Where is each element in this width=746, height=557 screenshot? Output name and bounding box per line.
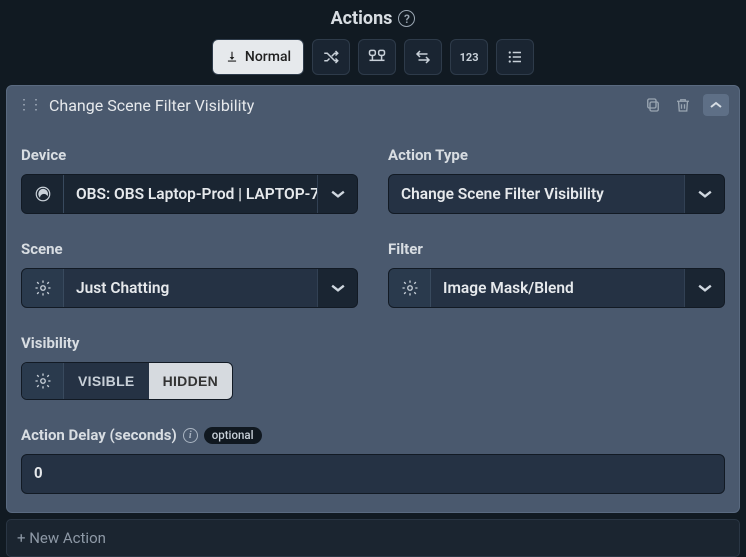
obs-icon bbox=[22, 175, 64, 213]
visibility-toggle: VISIBLE HIDDEN bbox=[21, 362, 233, 400]
scene-value[interactable]: Just Chatting bbox=[64, 269, 317, 307]
gear-icon[interactable] bbox=[22, 269, 64, 307]
chevron-up-icon bbox=[710, 100, 722, 110]
optional-badge: optional bbox=[204, 427, 262, 444]
visible-option[interactable]: VISIBLE bbox=[64, 363, 149, 399]
device-value[interactable]: OBS: OBS Laptop-Prod | LAPTOP-7Q6… bbox=[64, 175, 317, 213]
number-icon: 123 bbox=[460, 51, 479, 64]
filter-label: Filter bbox=[388, 240, 725, 258]
help-icon[interactable]: ? bbox=[398, 10, 415, 27]
actions-toolbar: Normal 123 bbox=[0, 39, 746, 85]
swap-icon bbox=[414, 48, 432, 66]
drag-handle-icon[interactable]: ⋮⋮ bbox=[17, 97, 41, 113]
copy-icon bbox=[644, 96, 662, 114]
new-action-button[interactable]: + New Action bbox=[6, 519, 740, 557]
filter-select[interactable]: Image Mask/Blend bbox=[388, 268, 725, 308]
action-type-select[interactable]: Change Scene Filter Visibility bbox=[388, 174, 725, 214]
shuffle-button[interactable] bbox=[312, 39, 350, 75]
action-type-value[interactable]: Change Scene Filter Visibility bbox=[389, 175, 684, 213]
scene-select[interactable]: Just Chatting bbox=[21, 268, 358, 308]
collapse-button[interactable] bbox=[703, 94, 729, 116]
list-icon bbox=[506, 48, 524, 66]
delay-input[interactable] bbox=[21, 454, 725, 494]
chevron-down-icon[interactable] bbox=[317, 269, 357, 307]
device-select[interactable]: OBS: OBS Laptop-Prod | LAPTOP-7Q6… bbox=[21, 174, 358, 214]
info-icon[interactable]: i bbox=[183, 428, 198, 443]
visibility-label: Visibility bbox=[21, 334, 725, 352]
chevron-down-icon[interactable] bbox=[684, 175, 724, 213]
list-button[interactable] bbox=[496, 39, 534, 75]
gear-icon[interactable] bbox=[389, 269, 431, 307]
scene-label: Scene bbox=[21, 240, 358, 258]
page-title: Actions bbox=[331, 8, 393, 29]
action-type-label: Action Type bbox=[388, 146, 725, 164]
trash-icon bbox=[674, 96, 692, 114]
gear-icon[interactable] bbox=[22, 363, 64, 399]
delete-button[interactable] bbox=[673, 95, 693, 115]
filter-value[interactable]: Image Mask/Blend bbox=[431, 269, 684, 307]
card-title: Change Scene Filter Visibility bbox=[49, 96, 635, 115]
swap-button[interactable] bbox=[404, 39, 442, 75]
hidden-option[interactable]: HIDDEN bbox=[149, 363, 232, 399]
branch-icon bbox=[367, 48, 387, 66]
chevron-down-icon[interactable] bbox=[317, 175, 357, 213]
shuffle-icon bbox=[322, 48, 340, 66]
device-label: Device bbox=[21, 146, 358, 164]
chevron-down-icon[interactable] bbox=[684, 269, 724, 307]
action-card: ⋮⋮ Change Scene Filter Visibility Device bbox=[6, 85, 740, 513]
condition-button[interactable] bbox=[358, 39, 396, 75]
download-icon bbox=[225, 50, 239, 64]
number-button[interactable]: 123 bbox=[450, 39, 488, 75]
normal-mode-button[interactable]: Normal bbox=[212, 39, 304, 75]
duplicate-button[interactable] bbox=[643, 95, 663, 115]
delay-label: Action Delay (seconds) bbox=[21, 426, 177, 444]
